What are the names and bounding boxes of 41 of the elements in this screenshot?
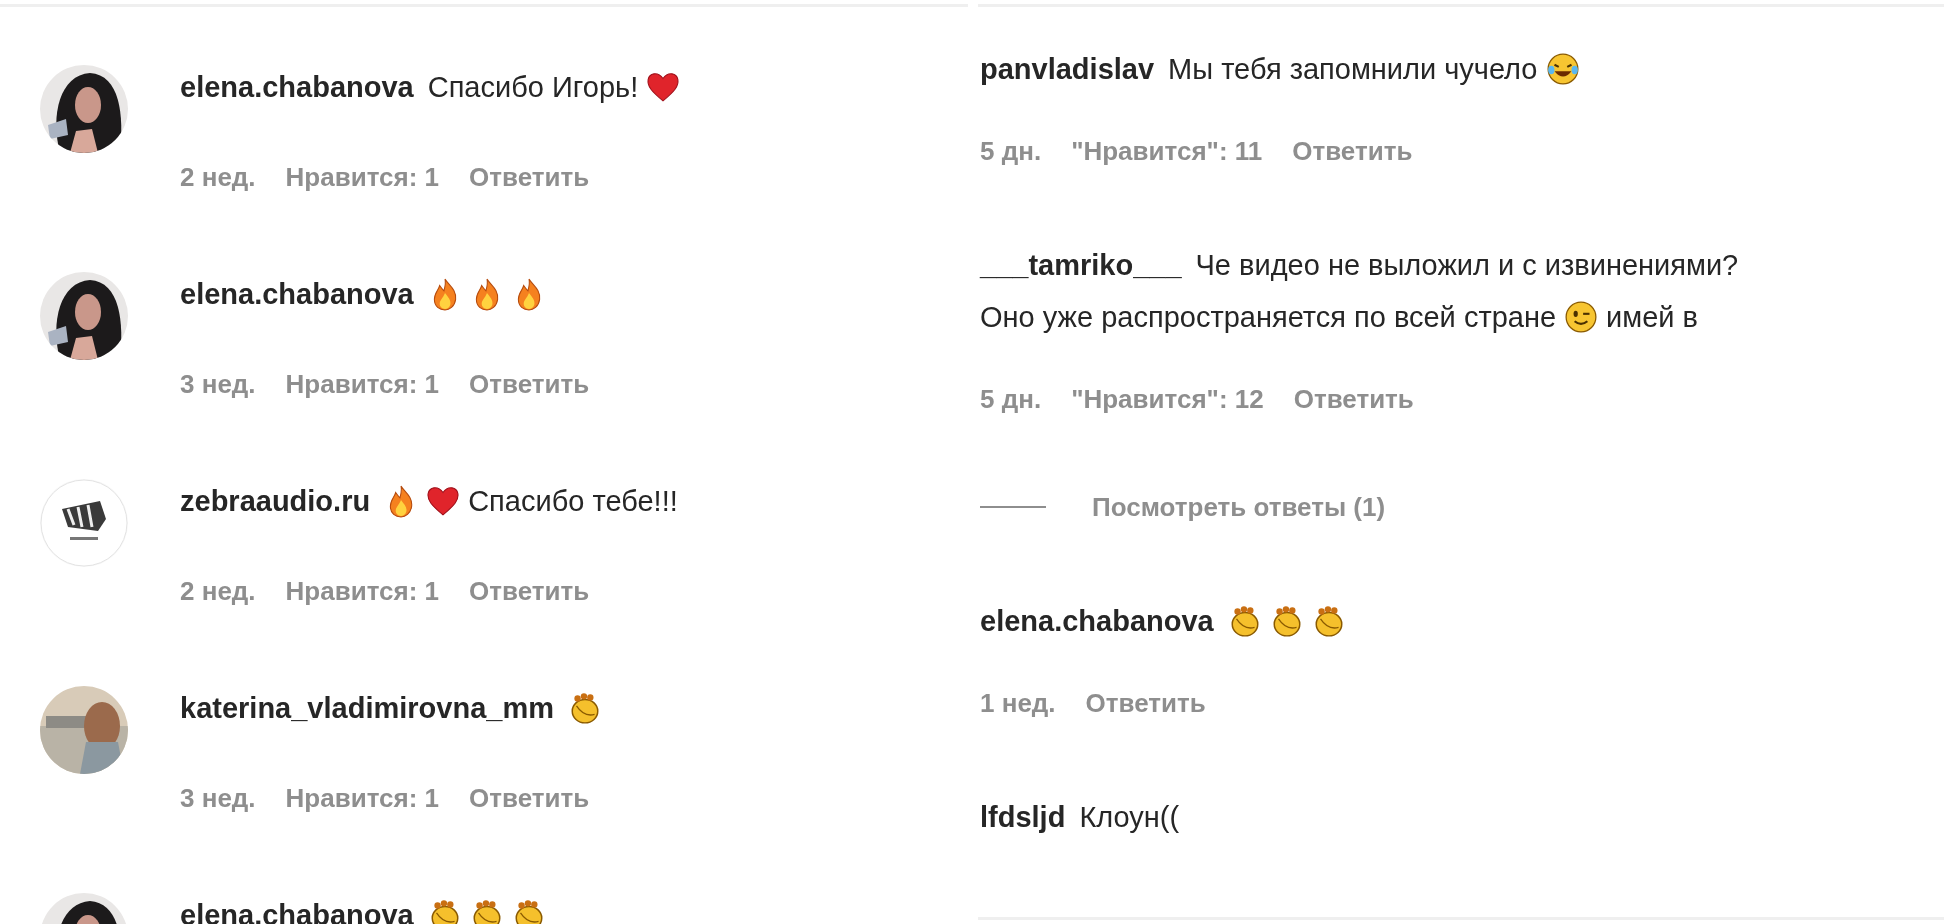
comment-time: 5 дн. — [980, 383, 1042, 415]
username[interactable]: elena.chabanova — [180, 898, 414, 924]
comment-time: 3 нед. — [180, 368, 256, 400]
comment-text: имей в — [1606, 300, 1698, 334]
winking-face-icon — [1564, 300, 1599, 334]
comment-text: Клоун(( — [1079, 800, 1180, 834]
reply-link[interactable]: Ответить — [1292, 135, 1413, 167]
reply-link[interactable]: Ответить — [469, 575, 590, 607]
like-count[interactable]: Нравится: 1 — [285, 161, 440, 193]
reply-link[interactable]: Ответить — [1085, 687, 1206, 719]
like-count[interactable]: "Нравится": 11 — [1071, 135, 1263, 167]
laughing-face-icon — [1545, 52, 1580, 86]
comment-text: Спасибо Игорь! — [427, 70, 639, 104]
like-count[interactable]: "Нравится": 12 — [1071, 383, 1264, 415]
username[interactable]: elena.chabanova — [980, 604, 1214, 638]
heart-icon — [426, 484, 461, 518]
username[interactable]: elena.chabanova — [180, 70, 414, 104]
comment-text: Че видео не выложил и с извинениями? — [1195, 248, 1739, 282]
comment-time: 3 нед. — [180, 782, 256, 814]
reply-link[interactable]: Ответить — [469, 368, 590, 400]
comment-text: Мы тебя запомнили чучело — [1168, 52, 1538, 86]
comment-text: Оно уже распространяется по всей стране — [980, 300, 1557, 334]
comment-time: 2 нед. — [180, 575, 256, 607]
view-replies-link[interactable]: Посмотреть ответы (1) — [1092, 491, 1386, 523]
comment-time: 5 дн. — [980, 135, 1042, 167]
username[interactable]: elena.chabanova — [180, 277, 414, 311]
username[interactable]: lfdsljd — [980, 800, 1066, 834]
heart-icon — [646, 70, 681, 104]
username[interactable]: panvladislav — [980, 52, 1155, 86]
username[interactable]: zebraaudio.ru — [180, 484, 371, 518]
reply-link[interactable]: Ответить — [469, 161, 590, 193]
like-count[interactable]: Нравится: 1 — [285, 368, 440, 400]
like-count[interactable]: Нравится: 1 — [285, 575, 440, 607]
comment-time: 2 нед. — [180, 161, 256, 193]
username[interactable]: ___tamriko___ — [980, 248, 1182, 282]
username[interactable]: katerina_vladimirovna_mm — [180, 691, 554, 725]
comment-time: 1 нед. — [980, 687, 1056, 719]
reply-link[interactable]: Ответить — [1293, 383, 1414, 415]
reply-link[interactable]: Ответить — [469, 782, 590, 814]
like-count[interactable]: Нравится: 1 — [285, 782, 440, 814]
comment-text: Спасибо тебе!!! — [468, 484, 678, 518]
